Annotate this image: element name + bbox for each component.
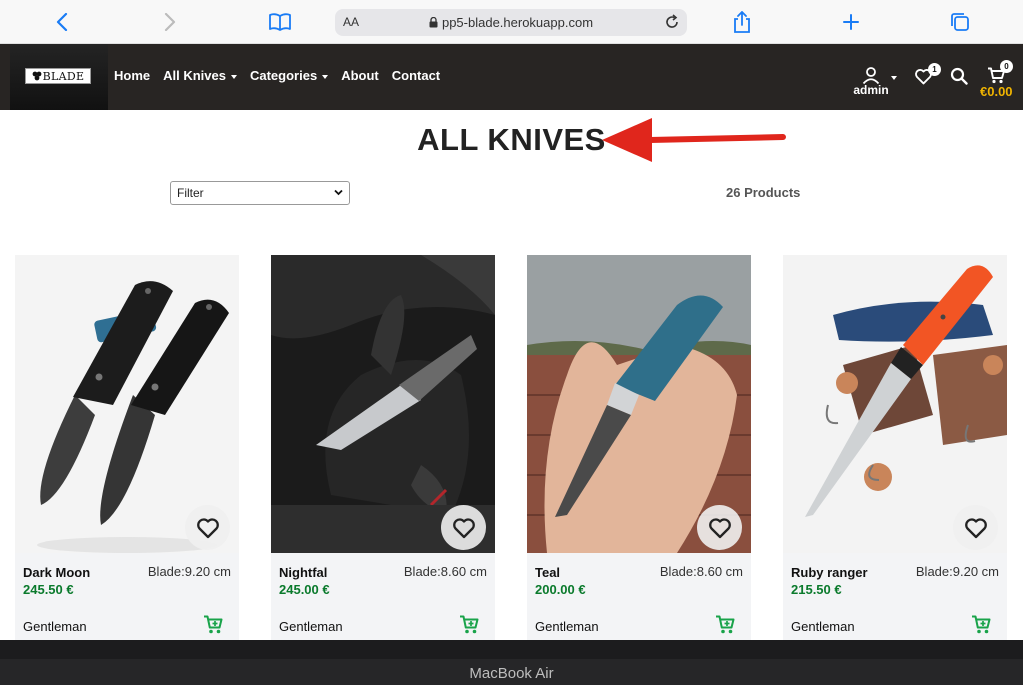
add-to-cart-icon[interactable] — [715, 615, 735, 634]
heart-icon — [708, 517, 731, 538]
product-price: 200.00 € — [535, 582, 586, 597]
add-to-cart-icon[interactable] — [203, 615, 223, 634]
filter-selected-value: Filter — [177, 186, 204, 200]
user-label: admin — [853, 83, 889, 97]
wishlist-button[interactable] — [185, 505, 230, 550]
cart-total[interactable]: €0.00 — [980, 84, 1013, 99]
logo: BLADE — [25, 68, 91, 84]
bookmarks-icon[interactable] — [266, 8, 294, 36]
nav-about[interactable]: About — [341, 68, 379, 83]
nav-categories[interactable]: Categories — [249, 68, 329, 83]
back-icon[interactable] — [48, 8, 76, 36]
product-price: 245.00 € — [279, 582, 330, 597]
account-menu[interactable]: admin — [850, 44, 898, 110]
product-info: Dark Moon Blade:9.20 cm 245.50 € Gentlem… — [15, 553, 239, 640]
reload-icon[interactable] — [663, 13, 681, 31]
product-category[interactable]: Gentleman — [23, 619, 87, 634]
product-name[interactable]: Nightfal — [279, 565, 327, 580]
logo-link[interactable]: BLADE — [10, 44, 108, 110]
browser-toolbar: AA pp5-blade.herokuapp.com — [0, 0, 1023, 44]
product-card[interactable]: Ruby ranger Blade:9.20 cm 215.50 € Gentl… — [783, 255, 1007, 640]
chevron-down-icon — [891, 76, 897, 80]
nav-all-knives[interactable]: All Knives — [163, 68, 237, 83]
product-card[interactable]: Dark Moon Blade:9.20 cm 245.50 € Gentlem… — [15, 255, 239, 640]
product-info: Ruby ranger Blade:9.20 cm 215.50 € Gentl… — [783, 553, 1007, 640]
wishlist-count-badge: 1 — [928, 63, 941, 76]
address-bar[interactable]: AA pp5-blade.herokuapp.com — [335, 9, 687, 36]
sort-filter-select[interactable]: Filter — [170, 181, 350, 205]
lock-icon — [429, 16, 438, 28]
product-image[interactable] — [15, 255, 239, 553]
search-button[interactable] — [948, 44, 972, 110]
forward-icon[interactable] — [156, 8, 184, 36]
chevron-down-icon — [230, 74, 237, 79]
laptop-bezel: MacBook Air — [0, 640, 1023, 685]
logo-emblem-icon — [32, 71, 42, 81]
nav-home[interactable]: Home — [114, 68, 150, 83]
user-icon — [862, 67, 880, 84]
add-to-cart-icon[interactable] — [971, 615, 991, 634]
cart-count-badge: 0 — [1000, 60, 1013, 73]
product-card[interactable]: Nightfal Blade:8.60 cm 245.00 € Gentlema… — [271, 255, 495, 640]
product-price: 215.50 € — [791, 582, 842, 597]
product-name[interactable]: Dark Moon — [23, 565, 90, 580]
add-to-cart-icon[interactable] — [459, 615, 479, 634]
site-navbar: BLADE Home All Knives Categories About C… — [0, 44, 1023, 110]
product-image[interactable] — [783, 255, 1007, 553]
heart-icon — [964, 517, 987, 538]
wishlist-link[interactable]: 1 — [912, 44, 942, 110]
product-count: 26 Products — [726, 185, 801, 200]
main-content: ALL KNIVES Filter 26 Products Dark Moon … — [0, 110, 1023, 640]
heart-icon — [196, 517, 219, 538]
url-text: pp5-blade.herokuapp.com — [441, 15, 594, 30]
product-blade-length: Blade:9.20 cm — [147, 564, 231, 579]
product-image[interactable] — [527, 255, 751, 553]
logo-text: BLADE — [42, 69, 85, 83]
product-name[interactable]: Ruby ranger — [791, 565, 868, 580]
page-title: ALL KNIVES — [417, 122, 606, 157]
wishlist-button[interactable] — [697, 505, 742, 550]
new-tab-icon[interactable] — [837, 8, 865, 36]
product-blade-length: Blade:8.60 cm — [659, 564, 743, 579]
product-card[interactable]: Teal Blade:8.60 cm 200.00 € Gentleman — [527, 255, 751, 640]
product-info: Nightfal Blade:8.60 cm 245.00 € Gentlema… — [271, 553, 495, 640]
heart-icon — [452, 517, 475, 538]
wishlist-button[interactable] — [953, 505, 998, 550]
share-icon[interactable] — [728, 8, 756, 36]
product-image[interactable] — [271, 255, 495, 553]
product-blade-length: Blade:9.20 cm — [915, 564, 999, 579]
nav-contact[interactable]: Contact — [392, 68, 440, 83]
chevron-down-icon — [322, 74, 329, 79]
chevron-down-icon — [334, 189, 343, 196]
product-blade-length: Blade:8.60 cm — [403, 564, 487, 579]
product-price: 245.50 € — [23, 582, 74, 597]
product-info: Teal Blade:8.60 cm 200.00 € Gentleman — [527, 553, 751, 640]
search-icon — [950, 67, 968, 85]
product-name[interactable]: Teal — [535, 565, 560, 580]
product-category[interactable]: Gentleman — [791, 619, 855, 634]
nav-categories-label: Categories — [249, 68, 318, 83]
tabs-icon[interactable] — [946, 8, 974, 36]
url-display: pp5-blade.herokuapp.com — [335, 15, 687, 30]
device-label: MacBook Air — [469, 665, 554, 682]
product-category[interactable]: Gentleman — [535, 619, 599, 634]
nav-all-knives-label: All Knives — [163, 68, 226, 83]
product-category[interactable]: Gentleman — [279, 619, 343, 634]
cart-link[interactable]: 0 — [982, 44, 1022, 110]
wishlist-button[interactable] — [441, 505, 486, 550]
annotation-arrow — [602, 118, 786, 162]
